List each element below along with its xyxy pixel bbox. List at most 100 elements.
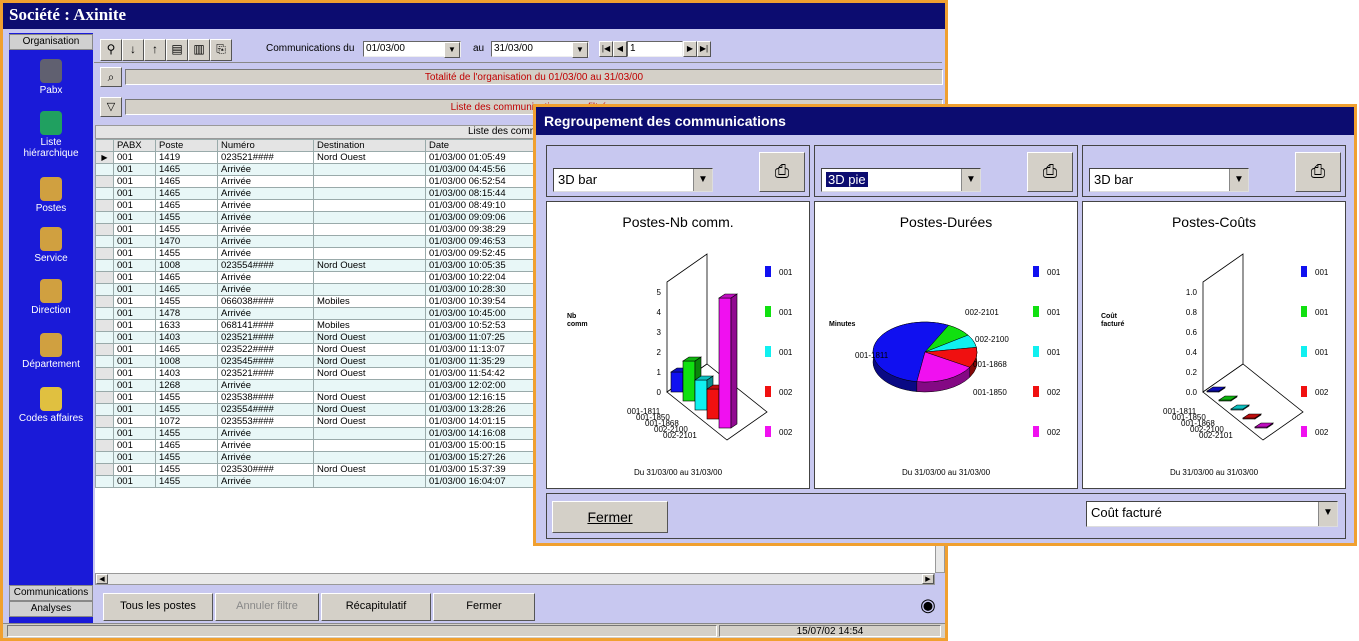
binoculars-icon[interactable]: ⚲ bbox=[100, 39, 122, 61]
table-cell: 1465 bbox=[155, 175, 218, 188]
tab-organisation[interactable]: Organisation bbox=[9, 34, 93, 50]
sidebar-item-3[interactable]: Service bbox=[9, 227, 93, 264]
table-cell bbox=[313, 379, 426, 392]
chart3-ytick: 1.0 bbox=[1186, 288, 1198, 297]
chart3-ytick: 0.4 bbox=[1186, 348, 1198, 357]
sidebar-item-6[interactable]: Codes affaires bbox=[9, 387, 93, 424]
chart1-ytick: 0 bbox=[657, 388, 662, 397]
table-cell: 068141#### bbox=[217, 319, 314, 332]
recap-button[interactable]: Récapitulatif bbox=[321, 593, 431, 621]
chart2-slice-label: 001-1850 bbox=[973, 388, 1007, 397]
column-header-poste[interactable]: Poste bbox=[155, 139, 218, 152]
chart1-type-select[interactable]: 3D bar ▼ bbox=[553, 168, 713, 192]
table-cell: Arrivée bbox=[217, 427, 314, 440]
chart1-type-value: 3D bar bbox=[558, 172, 598, 187]
sidebar-item-0[interactable]: Pabx bbox=[9, 59, 93, 96]
sidebar-item-label: Codes affaires bbox=[18, 413, 84, 424]
chart2-legend-swatch bbox=[1033, 426, 1039, 437]
table-cell bbox=[313, 271, 426, 284]
zoom-icon[interactable]: ⌕ bbox=[100, 67, 122, 87]
vertical-scrollbar[interactable] bbox=[935, 545, 945, 573]
chart-icon[interactable]: ▥ bbox=[188, 39, 210, 61]
table-cell bbox=[313, 211, 426, 224]
chevron-down-icon: ▼ bbox=[572, 42, 588, 58]
chart1-print-button[interactable]: ⎙ bbox=[759, 152, 805, 192]
table-cell bbox=[313, 235, 426, 248]
date-to-select[interactable]: 31/03/00 ▼ bbox=[491, 41, 589, 58]
chart3-type-select[interactable]: 3D bar ▼ bbox=[1089, 168, 1249, 192]
column-header-numero[interactable]: Numéro bbox=[217, 139, 314, 152]
chart3-legend-swatch bbox=[1301, 306, 1307, 317]
chart1-legend-label: 001 bbox=[779, 268, 793, 277]
chart1-controls: 3D bar ▼ ⎙ bbox=[546, 145, 810, 197]
table-cell bbox=[313, 223, 426, 236]
tab-analyses[interactable]: Analyses bbox=[9, 601, 93, 617]
chart2-print-button[interactable]: ⎙ bbox=[1027, 152, 1073, 192]
chart1-legend-swatch bbox=[765, 266, 771, 277]
sidebar-item-4[interactable]: Direction bbox=[9, 279, 93, 316]
row-indicator bbox=[95, 379, 114, 392]
table-cell: 01/03/00 09:52:45 bbox=[425, 247, 537, 260]
sort-desc-icon[interactable]: ↑ bbox=[144, 39, 166, 61]
chart1-bar bbox=[694, 379, 708, 411]
chart2-box: Postes-Durées 001-1811 001-1850 001-1868 00… bbox=[814, 201, 1078, 489]
row-indicator bbox=[95, 415, 114, 428]
table-cell: 1465 bbox=[155, 163, 218, 176]
tab-communications[interactable]: Communications bbox=[9, 585, 93, 601]
eye-icon[interactable]: ◉ bbox=[915, 595, 941, 617]
table-cell: 01/03/00 10:22:04 bbox=[425, 271, 537, 284]
row-indicator bbox=[95, 211, 114, 224]
close-button[interactable]: Fermer bbox=[433, 593, 535, 621]
chart2-type-select[interactable]: 3D pie ▼ bbox=[821, 168, 981, 192]
scroll-left-button[interactable]: ◀ bbox=[96, 574, 108, 584]
all-posts-button[interactable]: Tous les postes bbox=[103, 593, 213, 621]
sidebar-item-label: Postes bbox=[35, 203, 67, 214]
chart2-legend-label: 001 bbox=[1047, 268, 1061, 277]
table-cell: 001 bbox=[113, 175, 156, 188]
row-indicator bbox=[95, 319, 114, 332]
table-cell: 001 bbox=[113, 343, 156, 356]
chart1-ylabel: Nb bbox=[567, 313, 576, 320]
table-cell: Nord Ouest bbox=[313, 151, 426, 164]
cancel-filter-button[interactable]: Annuler filtre bbox=[215, 593, 319, 621]
table-cell bbox=[313, 475, 426, 488]
sidebar-item-5[interactable]: Département bbox=[9, 333, 93, 370]
table-cell bbox=[313, 175, 426, 188]
record-input[interactable]: 1 bbox=[627, 41, 683, 57]
column-header-destination[interactable]: Destination bbox=[313, 139, 426, 152]
to-label: au bbox=[473, 43, 485, 54]
next-record-button[interactable]: ▶ bbox=[683, 41, 697, 57]
prev-record-button[interactable]: ◀ bbox=[613, 41, 627, 57]
table-cell: 01/03/00 01:05:49 bbox=[425, 151, 537, 164]
table-cell bbox=[313, 187, 426, 200]
sidebar-item-2[interactable]: Postes bbox=[9, 177, 93, 214]
scroll-right-button[interactable]: ▶ bbox=[922, 574, 934, 584]
dialog-close-button[interactable]: Fermer bbox=[552, 501, 668, 533]
chart3-print-button[interactable]: ⎙ bbox=[1295, 152, 1341, 192]
sort-asc-icon[interactable]: ↓ bbox=[122, 39, 144, 61]
table-cell: Arrivée bbox=[217, 379, 314, 392]
chart2-legend-swatch bbox=[1033, 346, 1039, 357]
first-record-button[interactable]: |◀ bbox=[599, 41, 613, 57]
measure-select[interactable]: Coût facturé ▼ bbox=[1086, 501, 1338, 527]
row-indicator bbox=[95, 403, 114, 416]
column-header-date[interactable]: Date bbox=[425, 139, 537, 152]
print-icon[interactable]: ▤ bbox=[166, 39, 188, 61]
date-from-select[interactable]: 01/03/00 ▼ bbox=[363, 41, 461, 58]
export-icon[interactable]: ⎘ bbox=[210, 39, 232, 61]
last-record-button[interactable]: ▶| bbox=[697, 41, 711, 57]
table-cell: Arrivée bbox=[217, 307, 314, 320]
column-header-pabx[interactable]: PABX bbox=[113, 139, 156, 152]
row-indicator: ▶ bbox=[95, 151, 114, 164]
sidebar-item-1[interactable]: Liste hiérarchique bbox=[9, 111, 93, 159]
table-cell bbox=[313, 439, 426, 452]
horizontal-scrollbar[interactable]: ◀ ▶ bbox=[95, 573, 935, 585]
table-cell: Nord Ouest bbox=[313, 391, 426, 404]
row-indicator bbox=[95, 283, 114, 296]
chart3-xtick: 002-2101 bbox=[1199, 431, 1233, 440]
table-cell: 001 bbox=[113, 463, 156, 476]
chart1-legend-swatch bbox=[765, 306, 771, 317]
chart3-ytick: 0.2 bbox=[1186, 368, 1198, 377]
table-cell: Arrivée bbox=[217, 271, 314, 284]
filter-icon[interactable]: ▽ bbox=[100, 97, 122, 117]
